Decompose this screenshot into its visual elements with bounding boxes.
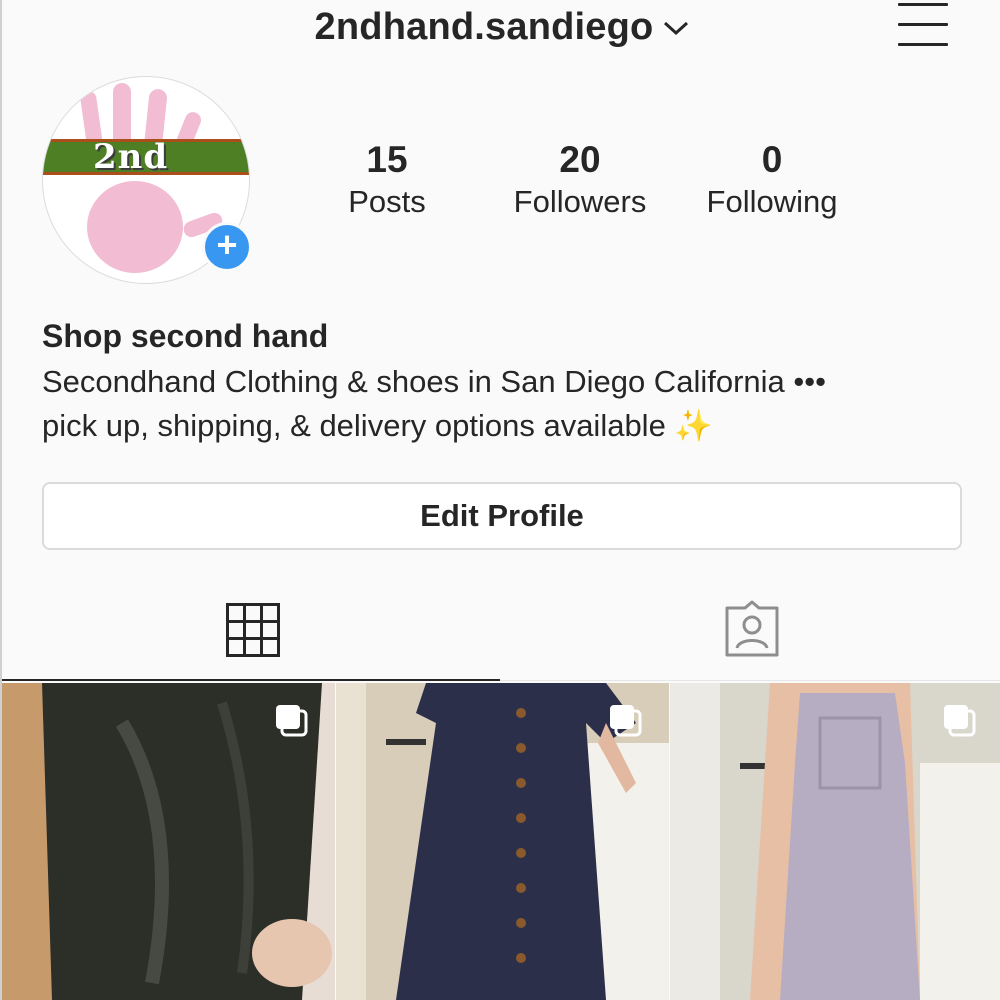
- multiple-photos-icon: [944, 705, 976, 737]
- bio-line-1: Secondhand Clothing & shoes in San Diego…: [42, 364, 826, 399]
- tab-tagged[interactable]: [502, 590, 1000, 680]
- following-label: Following: [706, 184, 838, 219]
- username-title: 2ndhand.sandiego: [314, 6, 654, 48]
- post-tile-1[interactable]: [2, 683, 335, 1000]
- stat-followers[interactable]: 20 Followers: [499, 138, 661, 222]
- stat-posts[interactable]: 15 Posts: [327, 138, 447, 222]
- posts-label: Posts: [348, 184, 426, 219]
- profile-name: Shop second hand: [42, 318, 329, 354]
- stat-following[interactable]: 0 Following: [692, 138, 852, 222]
- logo-text: 2nd: [93, 137, 169, 177]
- hamburger-menu-icon[interactable]: [898, 3, 948, 47]
- posts-count: 15: [366, 139, 408, 180]
- multiple-photos-icon: [276, 705, 308, 737]
- username-header[interactable]: 2ndhand.sandiego: [2, 6, 1000, 49]
- following-count: 0: [761, 139, 783, 180]
- tab-grid[interactable]: [2, 590, 502, 680]
- followers-count: 20: [559, 139, 601, 180]
- add-story-plus-icon[interactable]: +: [202, 222, 252, 272]
- chevron-down-icon: [664, 21, 689, 35]
- post-tile-2[interactable]: [336, 683, 669, 1000]
- followers-label: Followers: [513, 184, 647, 219]
- bio-line-2: pick up, shipping, & delivery options av…: [42, 408, 714, 443]
- post-tile-3[interactable]: [670, 683, 1000, 1000]
- active-tab-indicator: [2, 679, 500, 681]
- multiple-photos-icon: [610, 705, 642, 737]
- edit-profile-button[interactable]: Edit Profile: [42, 482, 962, 550]
- grid-icon: [226, 603, 280, 657]
- tagged-person-icon: [725, 600, 779, 657]
